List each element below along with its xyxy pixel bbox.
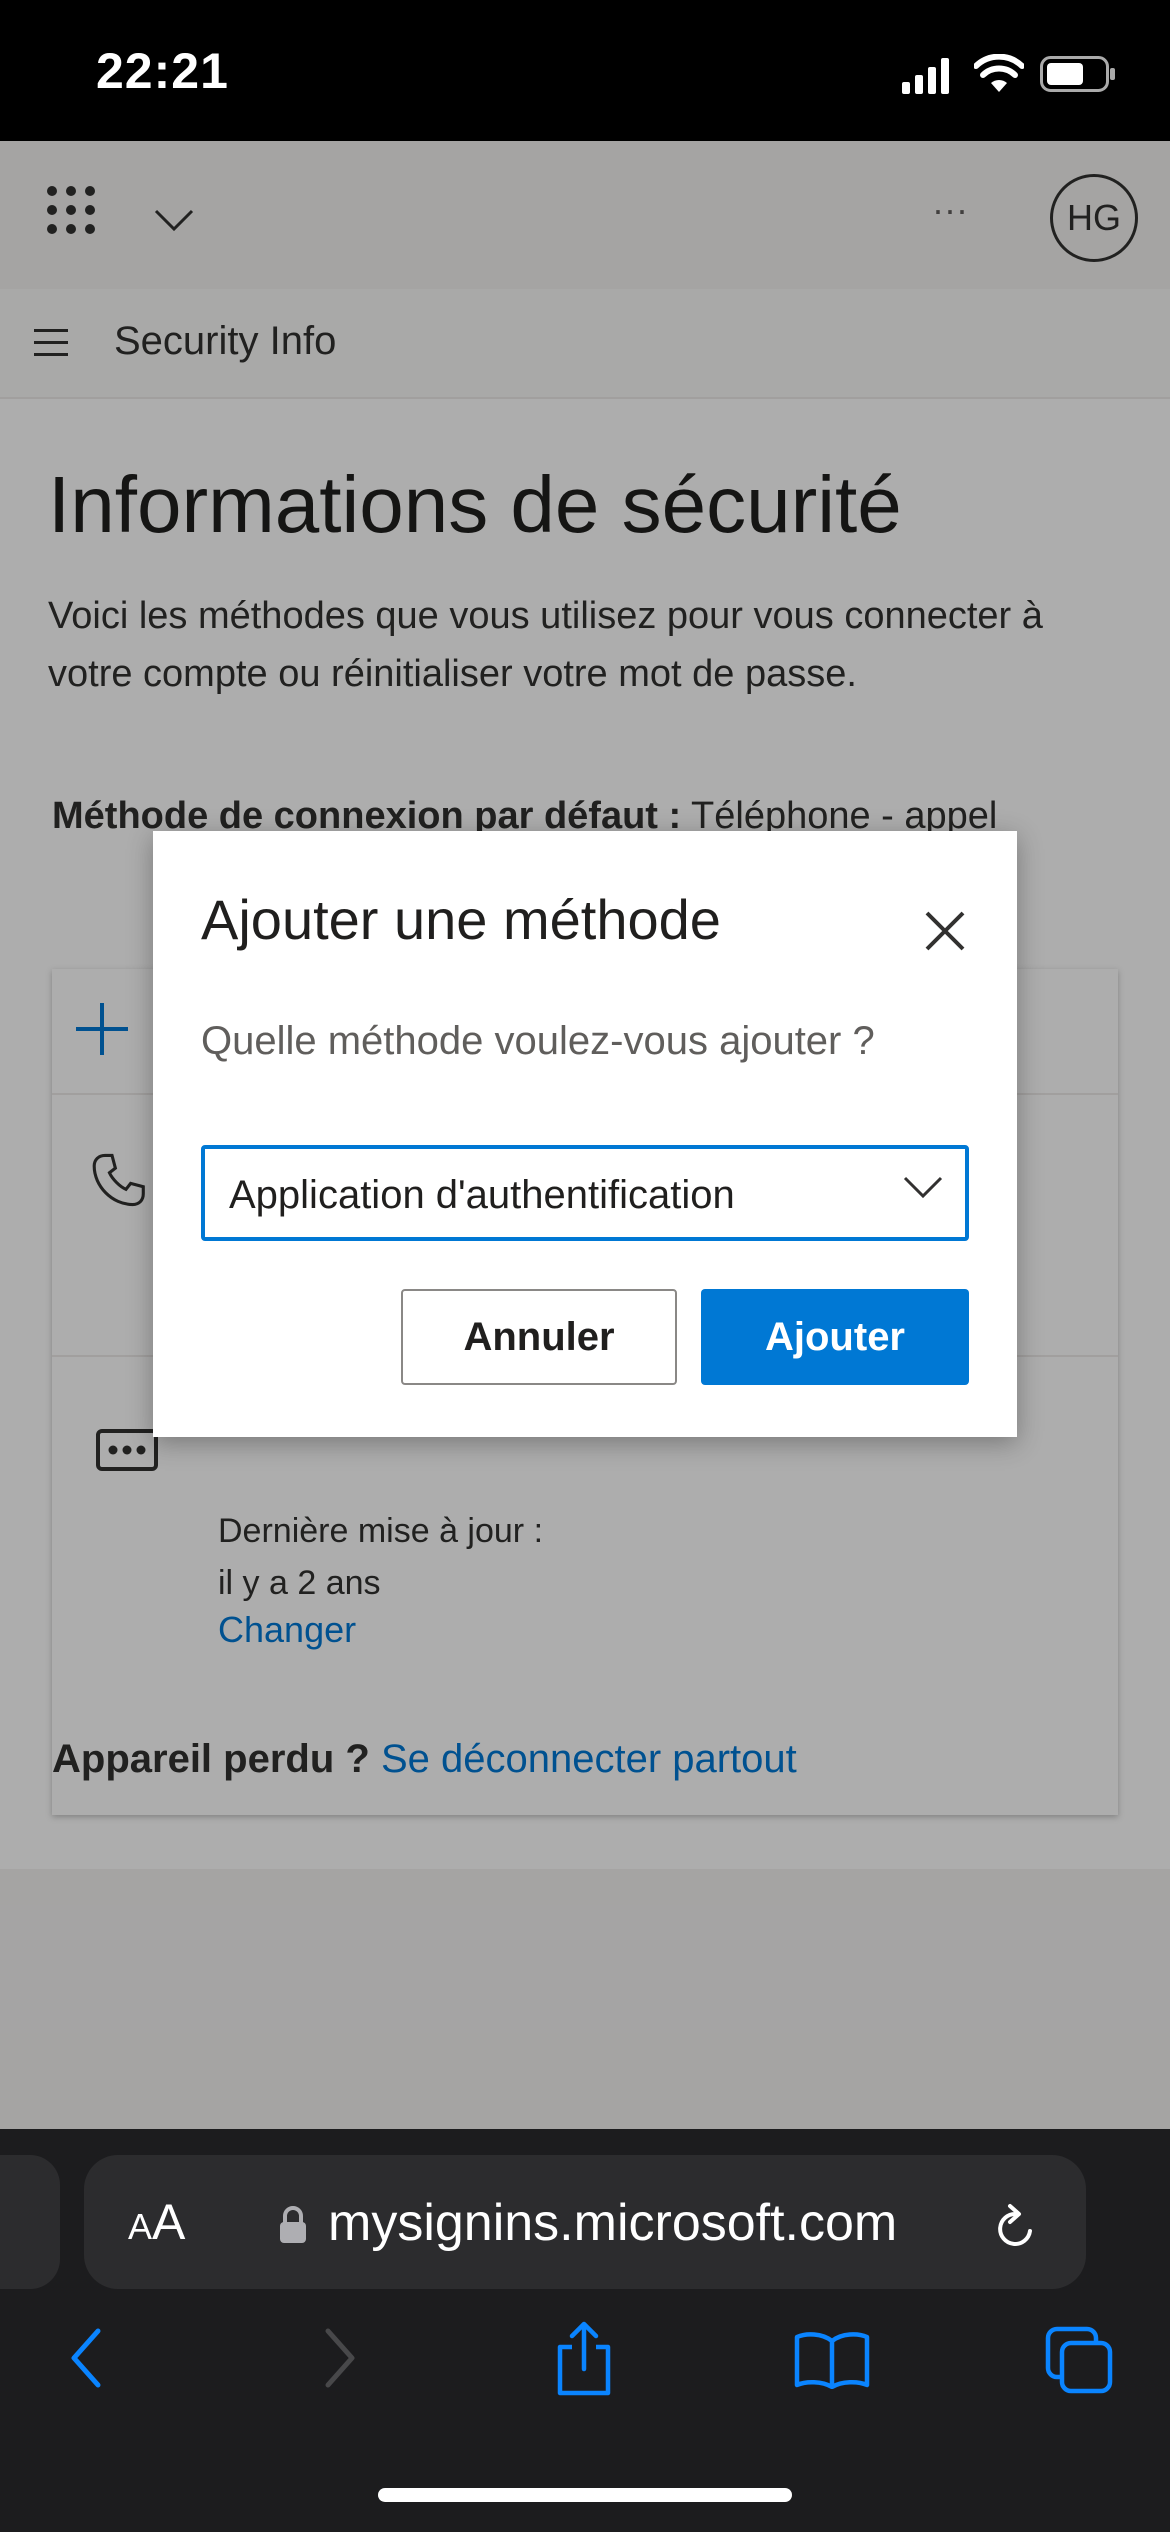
battery-icon bbox=[1040, 56, 1115, 92]
cancel-button[interactable]: Annuler bbox=[401, 1289, 677, 1385]
status-time: 22:21 bbox=[96, 43, 229, 99]
share-icon[interactable] bbox=[552, 2321, 616, 2397]
browser-toolbar: AA mysignins.microsoft.com bbox=[0, 2129, 1170, 2532]
lock-icon bbox=[280, 2206, 306, 2243]
previous-tab-preview[interactable] bbox=[0, 2155, 60, 2289]
method-select-value: Application d'authentification bbox=[229, 1173, 735, 1217]
wifi-icon bbox=[974, 54, 1024, 92]
add-method-dialog: Ajouter une méthode Quelle méthode voule… bbox=[153, 831, 1017, 1437]
add-button[interactable]: Ajouter bbox=[701, 1289, 969, 1385]
url-text: mysignins.microsoft.com bbox=[328, 2194, 898, 2252]
status-bar: 22:21 bbox=[0, 0, 1170, 141]
home-indicator bbox=[378, 2488, 792, 2502]
back-icon[interactable] bbox=[68, 2327, 104, 2389]
forward-icon bbox=[325, 2328, 355, 2388]
close-icon[interactable] bbox=[915, 901, 975, 961]
dialog-title: Ajouter une méthode bbox=[201, 888, 721, 951]
reader-options-button[interactable]: AA bbox=[128, 2193, 185, 2251]
reload-icon[interactable] bbox=[992, 2201, 1040, 2253]
tabs-icon[interactable] bbox=[1044, 2325, 1114, 2395]
bookmarks-icon[interactable] bbox=[794, 2329, 870, 2389]
method-select[interactable]: Application d'authentification bbox=[201, 1145, 969, 1241]
dialog-question: Quelle méthode voulez-vous ajouter ? bbox=[201, 1019, 875, 1063]
chevron-down-icon bbox=[903, 1176, 943, 1199]
address-bar[interactable]: AA mysignins.microsoft.com bbox=[84, 2155, 1086, 2289]
cellular-signal-icon bbox=[902, 58, 949, 94]
